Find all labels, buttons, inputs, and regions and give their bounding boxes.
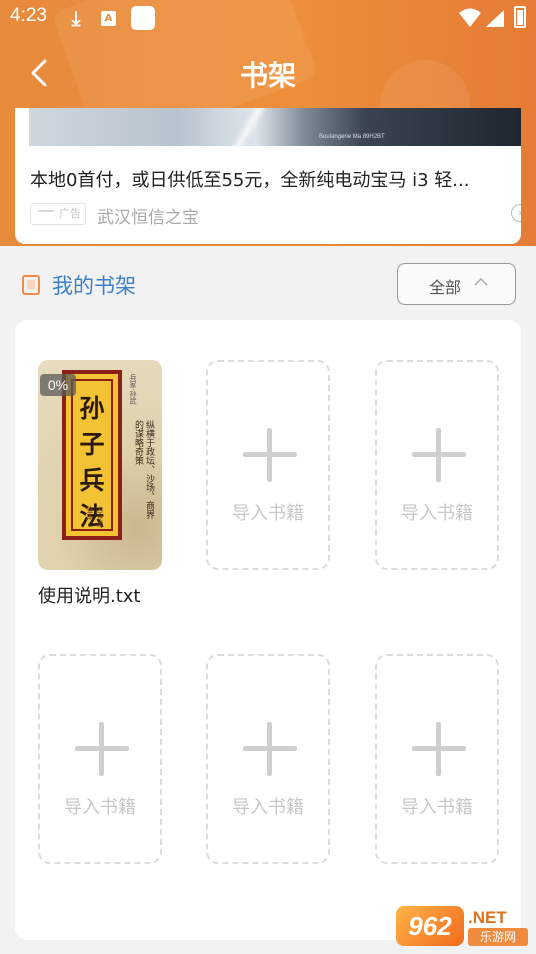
download-icon: ⤓ xyxy=(71,6,81,30)
wifi-icon xyxy=(459,8,481,27)
plus-icon xyxy=(243,722,297,776)
filter-dropdown-button[interactable]: 全部 xyxy=(397,263,516,305)
reading-progress-badge: 0% xyxy=(40,374,76,396)
ad-badge: 广告 xyxy=(30,203,86,225)
ad-info-icon[interactable]: › xyxy=(511,204,521,222)
book-cover[interactable]: 孙子兵法 古今通鉴本 兵家·孙武 纵横于政坛、沙场、商界的谋略奇策 0% xyxy=(38,360,162,570)
ad-banner[interactable]: Boulangerie Ma 89H2BT 本地0首付，或日供低至55元，全新纯… xyxy=(15,108,521,244)
import-book-slot[interactable]: 导入书籍 xyxy=(38,654,162,864)
book-name[interactable]: 使用说明.txt xyxy=(38,582,141,608)
import-label: 导入书籍 xyxy=(232,503,304,524)
app-notification-square-icon xyxy=(131,6,155,30)
ad-text[interactable]: 本地0首付，或日供低至55元，全新纯电动宝马 i3 轻... xyxy=(30,166,510,192)
status-time: 4:23 xyxy=(10,5,47,26)
bookshelf-icon xyxy=(22,275,40,295)
watermark-number: 962 xyxy=(396,906,464,946)
plus-icon xyxy=(75,722,129,776)
cover-title-inner: 孙子兵法 古今通鉴本 xyxy=(71,379,113,531)
ad-image-caption: Boulangerie Ma 89H2BT xyxy=(319,134,385,140)
plus-icon xyxy=(412,722,466,776)
ad-image[interactable]: Boulangerie Ma 89H2BT xyxy=(29,108,521,146)
app-notification-icon: A xyxy=(101,11,116,26)
import-label: 导入书籍 xyxy=(401,797,473,818)
plus-icon xyxy=(243,428,297,482)
import-book-slot[interactable]: 导入书籍 xyxy=(375,360,499,570)
cover-description: 纵横于政坛、沙场、商界的谋略奇策 xyxy=(133,420,154,519)
site-watermark-logo: 962 .NET 乐游网 xyxy=(396,906,530,950)
nav-bar: 书架 xyxy=(0,40,536,104)
import-label: 导入书籍 xyxy=(64,797,136,818)
page-title: 书架 xyxy=(239,59,296,92)
filter-label: 全部 xyxy=(429,278,462,297)
plus-icon xyxy=(412,428,466,482)
ad-source: 武汉恒信之宝 xyxy=(97,208,199,228)
watermark-site: 乐游网 xyxy=(468,928,528,946)
import-book-slot[interactable]: 导入书籍 xyxy=(206,654,330,864)
import-label: 导入书籍 xyxy=(401,503,473,524)
book-item[interactable]: 孙子兵法 古今通鉴本 兵家·孙武 纵横于政坛、沙场、商界的谋略奇策 0% 使用说… xyxy=(38,360,162,607)
import-book-slot[interactable]: 导入书籍 xyxy=(375,654,499,864)
watermark-domain: .NET xyxy=(468,908,507,927)
battery-icon xyxy=(514,6,526,28)
chevron-up-icon xyxy=(474,277,488,286)
import-label: 导入书籍 xyxy=(232,797,304,818)
status-bar: 4:23 ⤓ A xyxy=(0,0,536,36)
signal-icon xyxy=(486,10,504,27)
import-book-slot[interactable]: 导入书籍 xyxy=(206,360,330,570)
shelf-title: 我的书架 xyxy=(52,274,136,298)
cover-subtitle: 古今通鉴本 xyxy=(86,506,104,527)
cover-author: 兵家·孙武 xyxy=(129,374,137,405)
bookshelf-panel: 孙子兵法 古今通鉴本 兵家·孙武 纵横于政坛、沙场、商界的谋略奇策 0% 使用说… xyxy=(15,320,521,940)
